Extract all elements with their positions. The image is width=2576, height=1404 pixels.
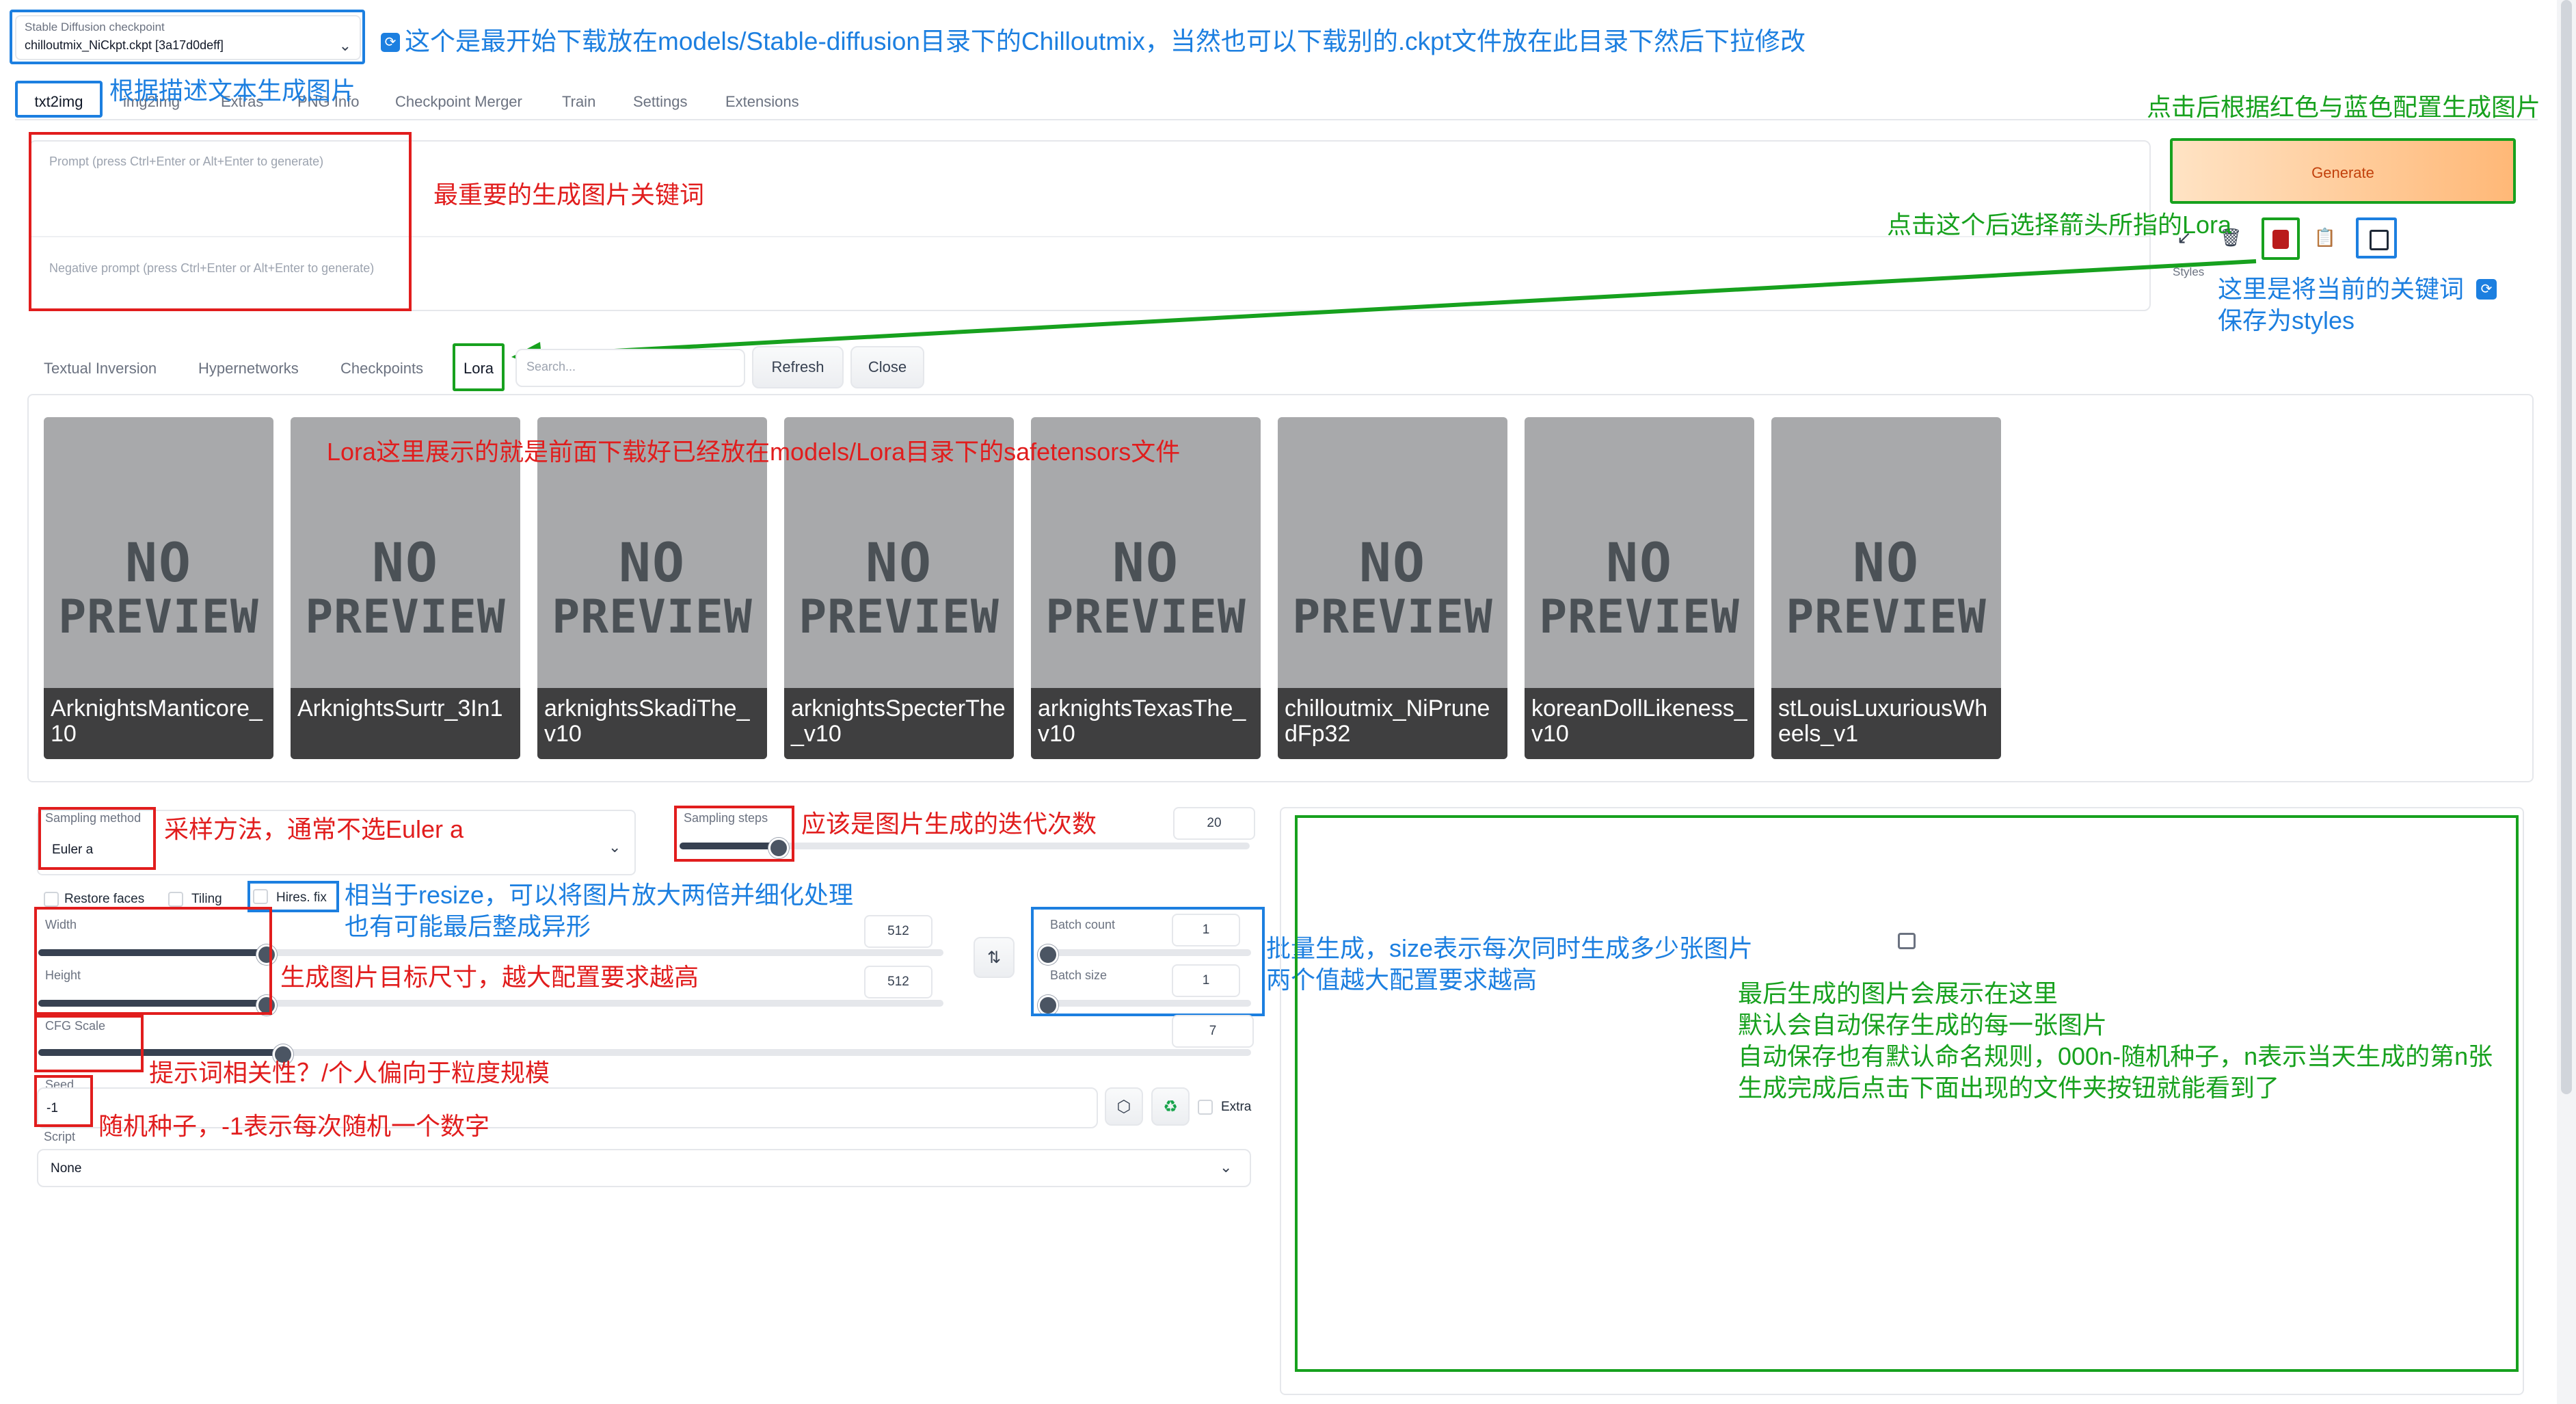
cfg-scale-value[interactable]: 7: [1172, 1015, 1254, 1048]
random-seed-button[interactable]: ⬡: [1105, 1087, 1143, 1126]
tab-lora[interactable]: Lora: [453, 343, 505, 391]
lora-card-title: koreanDollLikeness_v10: [1525, 688, 1754, 759]
annotation-cfg-note: 提示词相关性？/个人偏向于粒度规模: [149, 1059, 550, 1087]
tab-lora-label: Lora: [463, 360, 494, 377]
chevron-down-icon: ⌄: [608, 838, 621, 856]
annotation-steps-note: 应该是图片生成的迭代次数: [801, 810, 1097, 838]
annotation-seed-box: [34, 1075, 93, 1127]
lora-card[interactable]: NO PREVIEW ArknightsSurtr_3In1: [291, 417, 520, 759]
annotation-output-note-3: 自动保存也有默认命名规则，000n-随机种子，n表示当天生成的第n张: [1738, 1042, 2493, 1070]
script-label: Script: [44, 1130, 76, 1143]
hires-fix-label: Hires. fix: [276, 890, 327, 905]
no-preview-image: NO PREVIEW: [1292, 533, 1493, 644]
reuse-seed-button[interactable]: ♻: [1151, 1087, 1190, 1126]
annotation-cfg-box: [34, 1015, 144, 1072]
annotation-hires-note-2: 也有可能最后整成异形: [345, 912, 591, 940]
no-preview-image: NO PREVIEW: [58, 533, 259, 644]
height-value[interactable]: 512: [864, 966, 933, 998]
annotation-arrow-line: [526, 259, 2257, 358]
refresh-button[interactable]: Refresh: [752, 346, 844, 388]
extra-seed-checkbox[interactable]: [1198, 1100, 1213, 1115]
no-preview-image: NO PREVIEW: [1539, 533, 1740, 644]
swap-dimensions-button[interactable]: ⇅: [974, 937, 1015, 978]
tab-textual-inversion[interactable]: Textual Inversion: [44, 360, 157, 378]
lora-card[interactable]: NO PREVIEW koreanDollLikeness_v10: [1525, 417, 1754, 759]
lora-search-input[interactable]: Search...: [515, 349, 745, 387]
lora-card[interactable]: NO PREVIEW ArknightsManticore_10: [44, 417, 273, 759]
annotation-seed-note: 随机种子，-1表示每次随机一个数字: [98, 1112, 490, 1140]
close-button[interactable]: Close: [850, 346, 924, 388]
lora-card-title: arknightsTexasThe_v10: [1031, 688, 1261, 759]
annotation-size-box: [34, 907, 272, 1015]
lora-card-title: ArknightsManticore_10: [44, 688, 273, 759]
lora-card-title: ArknightsSurtr_3In1: [291, 688, 520, 759]
annotation-sampler-box: [38, 807, 156, 870]
annotation-steps-box: [674, 806, 794, 862]
lora-card[interactable]: NO PREVIEW arknightsSkadiThe_v10: [537, 417, 767, 759]
chevron-down-icon: ⌄: [1220, 1158, 1233, 1176]
restore-faces-checkbox[interactable]: [44, 892, 59, 907]
tiling-checkbox[interactable]: [168, 892, 183, 907]
annotation-lora-list-note: Lora这里展示的就是前面下载好已经放在models/Lora目录下的safet…: [327, 438, 1181, 466]
no-preview-image: NO PREVIEW: [799, 533, 999, 644]
tab-hypernetworks[interactable]: Hypernetworks: [198, 360, 299, 378]
restore-faces-label: Restore faces: [64, 892, 145, 906]
lora-card-title: chilloutmix_NiPrunedFp32: [1278, 688, 1507, 759]
image-placeholder-icon: [1898, 933, 1916, 949]
lora-card[interactable]: NO PREVIEW chilloutmix_NiPrunedFp32: [1278, 417, 1507, 759]
no-preview-image: NO PREVIEW: [305, 533, 506, 644]
sampling-steps-value[interactable]: 20: [1173, 807, 1255, 840]
annotation-size-note: 生成图片目标尺寸，越大配置要求越高: [280, 963, 699, 991]
lora-card-title: arknightsSkadiThe_v10: [537, 688, 767, 759]
lora-card[interactable]: NO PREVIEW arknightsTexasThe_v10: [1031, 417, 1261, 759]
lora-card-title: stLouisLuxuriousWheels_v1: [1771, 688, 2001, 759]
width-value[interactable]: 512: [864, 915, 933, 948]
lora-card-title: arknightsSpecterThe_v10: [784, 688, 1014, 759]
annotation-output-note-1: 最后生成的图片会展示在这里: [1738, 979, 2058, 1007]
annotation-batch-box: [1031, 907, 1265, 1016]
annotation-sampler-note: 采样方法，通常不选Euler a: [164, 815, 464, 843]
lora-card[interactable]: NO PREVIEW arknightsSpecterThe_v10: [784, 417, 1014, 759]
lora-card[interactable]: NO PREVIEW stLouisLuxuriousWheels_v1: [1771, 417, 2001, 759]
no-preview-image: NO PREVIEW: [552, 533, 753, 644]
no-preview-image: NO PREVIEW: [1786, 533, 1987, 644]
tab-checkpoints[interactable]: Checkpoints: [340, 360, 423, 378]
page-scrollbar-thumb[interactable]: [2561, 0, 2572, 1094]
script-value: None: [51, 1161, 82, 1176]
annotation-output-note-2: 默认会自动保存生成的每一张图片: [1738, 1011, 2108, 1039]
no-preview-image: NO PREVIEW: [1045, 533, 1246, 644]
annotation-hires-note-1: 相当于resize，可以将图片放大两倍并细化处理: [345, 881, 854, 909]
annotation-output-note-4: 生成完成后点击下面出现的文件夹按钮就能看到了: [1738, 1074, 2280, 1102]
hires-fix-box: [253, 889, 268, 904]
extra-seed-label: Extra: [1221, 1100, 1252, 1114]
tiling-label: Tiling: [191, 892, 222, 906]
script-select[interactable]: [37, 1149, 1251, 1187]
